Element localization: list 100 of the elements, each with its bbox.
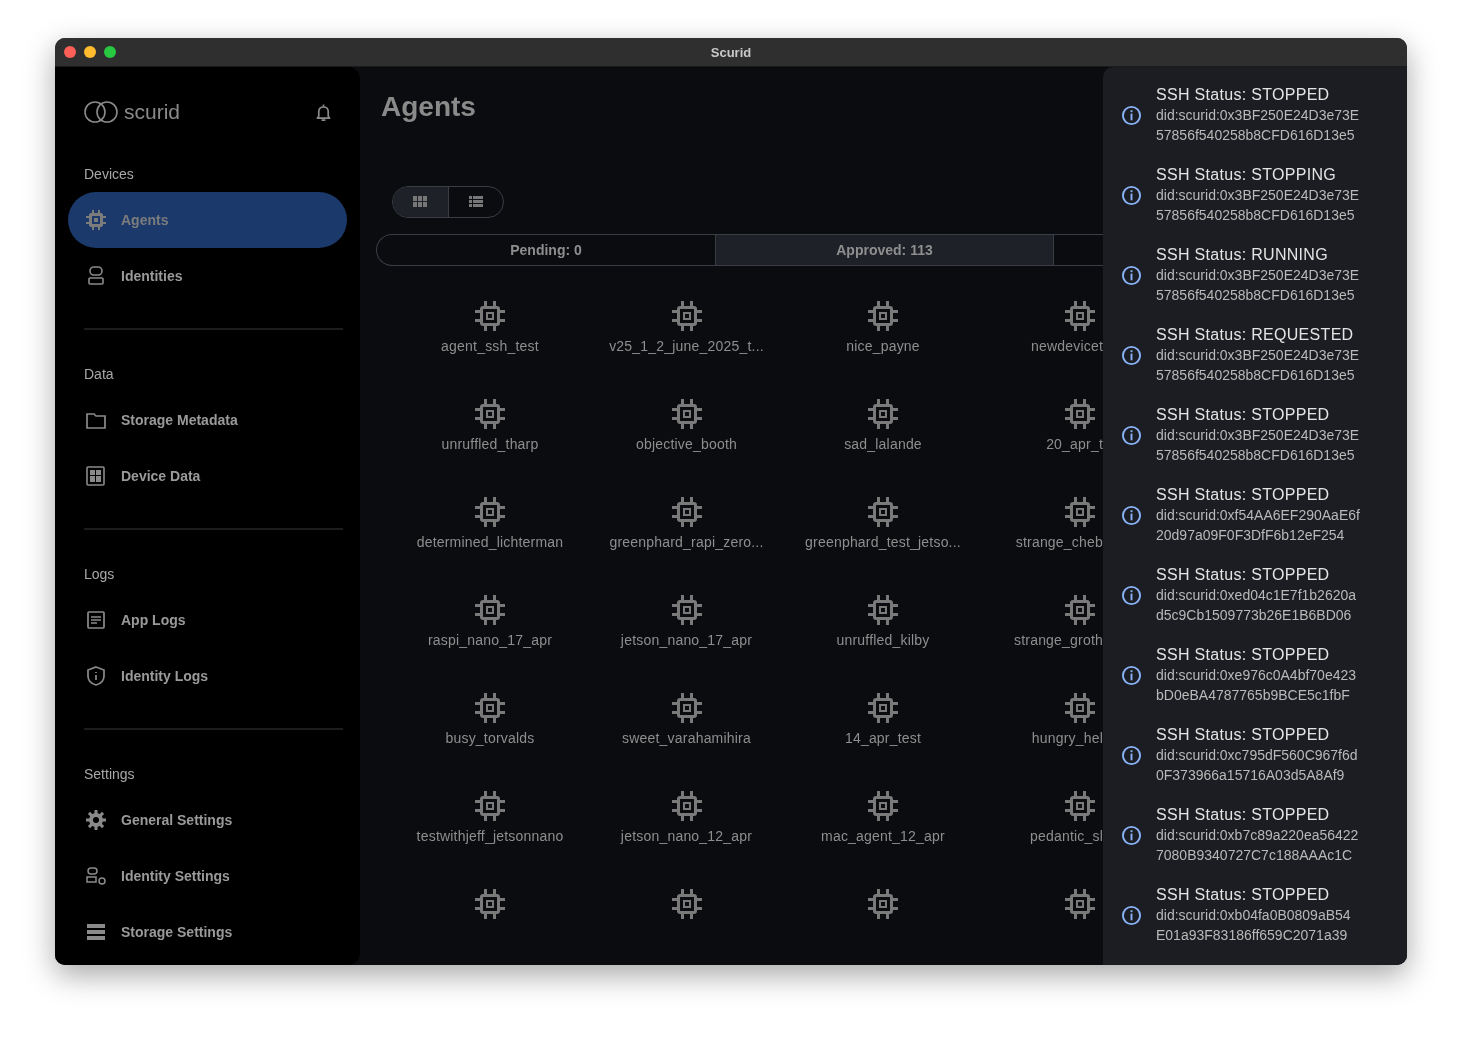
nav-item[interactable]: General Settings: [68, 792, 347, 848]
chip-icon[interactable]: [867, 496, 899, 528]
nav-item[interactable]: Device Data: [68, 448, 347, 504]
chip-icon[interactable]: [670, 398, 703, 430]
ssh-status: SSH Status: STOPPED: [1156, 645, 1331, 665]
agent-name[interactable]: v25_1_2_june_2025_t...: [609, 338, 764, 354]
chip-icon[interactable]: [1064, 496, 1096, 528]
chip-icon[interactable]: [474, 888, 506, 920]
device-id: did:scurid:0xc795dF560C967f6d: [1156, 746, 1358, 765]
agent-name[interactable]: hungry_hel: [1031, 730, 1103, 746]
info-icon: [1121, 184, 1142, 206]
chip-icon[interactable]: [474, 594, 506, 626]
agent-name[interactable]: 14_apr_test: [844, 730, 922, 746]
device-id: bD0eBA4787765b9BCE5c1fbF: [1156, 686, 1351, 705]
chip-icon[interactable]: [1064, 594, 1096, 626]
chip-icon[interactable]: [1064, 790, 1096, 822]
agent-name[interactable]: unruffled_tharp: [441, 436, 539, 452]
minimize-button[interactable]: [84, 46, 96, 58]
list-icon: [468, 196, 483, 208]
grid-icon: [413, 196, 428, 208]
device-id: did:scurid:0xe976c0A4bf70e423: [1156, 666, 1357, 685]
chip-icon[interactable]: [867, 300, 899, 332]
info-icon: [1121, 744, 1142, 766]
chip-icon[interactable]: [867, 692, 899, 724]
nav-item[interactable]: Identities: [68, 248, 347, 304]
info-icon: [1121, 264, 1142, 286]
ssh-status: SSH Status: STOPPED: [1156, 405, 1331, 425]
grid-view-button[interactable]: [393, 187, 448, 217]
chip-icon[interactable]: [670, 594, 703, 626]
agent-name[interactable]: jetson_nano_17_apr: [620, 632, 753, 648]
info-icon: [1121, 424, 1142, 446]
close-button[interactable]: [64, 46, 76, 58]
chip-icon[interactable]: [1064, 398, 1096, 430]
section-heading: Settings: [84, 766, 136, 782]
chip-icon[interactable]: [1064, 888, 1096, 920]
device-id: did:scurid:0x3BF250E24D3e73E: [1156, 266, 1360, 285]
agent-name[interactable]: 20_apr_t: [1046, 436, 1103, 452]
agent-name[interactable]: sad_lalande: [844, 436, 922, 452]
agent-name[interactable]: raspi_nano_17_apr: [427, 632, 553, 648]
chip-icon[interactable]: [1064, 692, 1096, 724]
device-id: E01a93F83186ff659C2071a39: [1156, 926, 1349, 945]
window-title: Scurid: [710, 44, 752, 60]
chip-icon[interactable]: [867, 790, 899, 822]
chip-icon[interactable]: [474, 790, 506, 822]
agent-name[interactable]: greenphard_rapi_zero...: [609, 534, 764, 550]
device-id: d5c9Cb1509773b26E1B6BD06: [1156, 606, 1353, 625]
agent-name[interactable]: agent_ssh_test: [441, 338, 539, 354]
info-icon: [1121, 584, 1142, 606]
chip-icon[interactable]: [670, 790, 703, 822]
agent-name[interactable]: strange_groth: [1014, 632, 1103, 648]
device-id: 57856f540258b8CFD616D13e5: [1156, 366, 1356, 385]
nav-item[interactable]: App Logs: [68, 592, 347, 648]
nav-item[interactable]: Storage Settings: [68, 904, 347, 960]
nav-item[interactable]: Identity Logs: [68, 648, 347, 704]
agent-name[interactable]: newdevicet: [1030, 338, 1103, 354]
device-id: did:scurid:0x3BF250E24D3e73E: [1156, 106, 1360, 125]
nav-item[interactable]: Identity Settings: [68, 848, 347, 904]
agent-name[interactable]: unruffled_kilby: [836, 632, 930, 648]
agent-name[interactable]: nice_payne: [846, 338, 920, 354]
zoom-button[interactable]: [104, 46, 116, 58]
ssh-status: SSH Status: STOPPING: [1156, 165, 1337, 185]
chip-icon[interactable]: [670, 888, 703, 920]
chip-icon[interactable]: [867, 888, 899, 920]
chip-icon[interactable]: [474, 398, 506, 430]
ssh-status: SSH Status: STOPPED: [1156, 85, 1331, 105]
chip-icon[interactable]: [867, 594, 899, 626]
device-id: did:scurid:0x3BF250E24D3e73E: [1156, 186, 1360, 205]
info-icon: [1121, 504, 1142, 526]
agent-name[interactable]: mac_agent_12_apr: [821, 828, 945, 844]
ssh-status: SSH Status: STOPPED: [1156, 885, 1331, 905]
device-id: 57856f540258b8CFD616D13e5: [1156, 206, 1356, 225]
chip-icon[interactable]: [670, 300, 703, 332]
chip-icon[interactable]: [474, 300, 506, 332]
chip-icon[interactable]: [867, 398, 899, 430]
agent-name[interactable]: jetson_nano_12_apr: [620, 828, 753, 844]
device-id: 57856f540258b8CFD616D13e5: [1156, 286, 1356, 305]
device-id: did:scurid:0xed04c1E7f1b2620a: [1156, 586, 1357, 605]
ssh-status: SSH Status: STOPPED: [1156, 805, 1331, 825]
agent-name[interactable]: testwithjeff_jetsonnano: [416, 828, 564, 844]
section-heading: Devices: [84, 166, 135, 182]
bell-icon[interactable]: [315, 102, 332, 122]
chip-icon[interactable]: [670, 692, 703, 724]
ssh-status: SSH Status: REQUESTED: [1156, 325, 1355, 345]
agent-name[interactable]: strange_cheb: [1015, 534, 1103, 550]
agent-name[interactable]: sweet_varahamihira: [622, 730, 751, 746]
agent-name[interactable]: pedantic_sl: [1029, 828, 1103, 844]
grid-icon: [85, 465, 107, 487]
document-icon: [85, 609, 107, 631]
chip-icon[interactable]: [670, 496, 703, 528]
info-icon: [1121, 104, 1142, 126]
chip-icon[interactable]: [1064, 300, 1096, 332]
agent-name[interactable]: busy_torvalds: [445, 730, 535, 746]
filter-tab[interactable]: Approved: 113: [715, 235, 1053, 265]
agent-name[interactable]: greenphard_test_jetso...: [805, 534, 961, 550]
chip-icon[interactable]: [474, 692, 506, 724]
chip-icon[interactable]: [474, 496, 506, 528]
agent-name[interactable]: objective_booth: [635, 436, 738, 452]
nav-item[interactable]: Storage Metadata: [68, 392, 347, 448]
agent-name[interactable]: determined_lichterman: [416, 534, 564, 550]
filter-tab[interactable]: Pending: 0: [377, 235, 715, 265]
